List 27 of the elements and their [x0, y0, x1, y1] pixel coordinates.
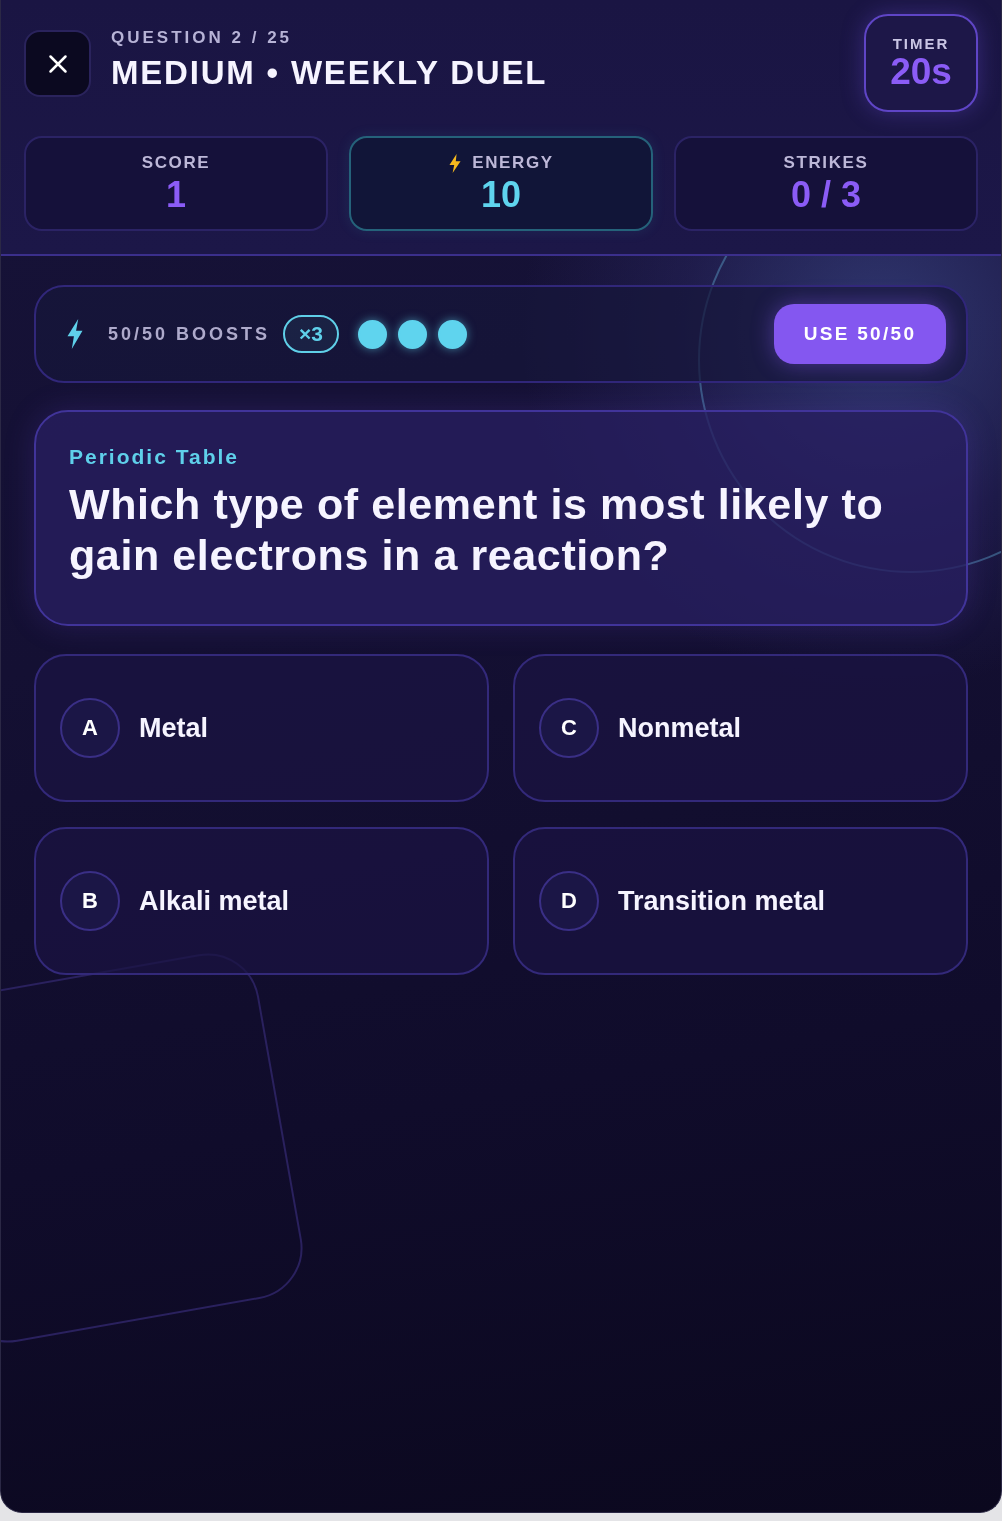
option-letter: C	[539, 698, 599, 758]
stat-value: 0 / 3	[790, 176, 862, 214]
lightning-icon	[66, 319, 84, 349]
close-button[interactable]	[24, 30, 91, 97]
question-text: Which type of element is most likely to gain electrons in a reaction?	[69, 479, 885, 581]
answer-option[interactable]: B Alkali metal	[34, 827, 489, 975]
quiz-title: MEDIUM • WEEKLY DUEL	[111, 54, 549, 92]
option-letter: D	[539, 871, 599, 931]
timer-label: TIMER	[892, 35, 950, 53]
question-counter: QUESTION 2 / 25	[111, 28, 294, 48]
question-topic: Periodic Table	[69, 445, 240, 469]
lightning-icon	[448, 153, 463, 173]
boost-label: 50/50 BOOSTS	[108, 323, 271, 345]
answer-option[interactable]: A Metal	[34, 654, 489, 802]
use-boost-button[interactable]: USE 50/50	[774, 304, 946, 364]
stat-label: STRIKES	[783, 153, 869, 173]
close-icon	[47, 53, 68, 74]
boost-count-badge: ×3	[283, 315, 339, 353]
answer-option[interactable]: C Nonmetal	[513, 654, 968, 802]
timer-value: 20s	[890, 53, 952, 91]
stat-value: 1	[166, 176, 186, 214]
option-letter: A	[60, 698, 120, 758]
stat-label: SCORE	[141, 153, 211, 173]
option-letter: B	[60, 871, 120, 931]
stat-label: ENERGY	[472, 153, 554, 173]
stat-value: 10	[480, 176, 521, 214]
answer-option[interactable]: D Transition metal	[513, 827, 968, 975]
